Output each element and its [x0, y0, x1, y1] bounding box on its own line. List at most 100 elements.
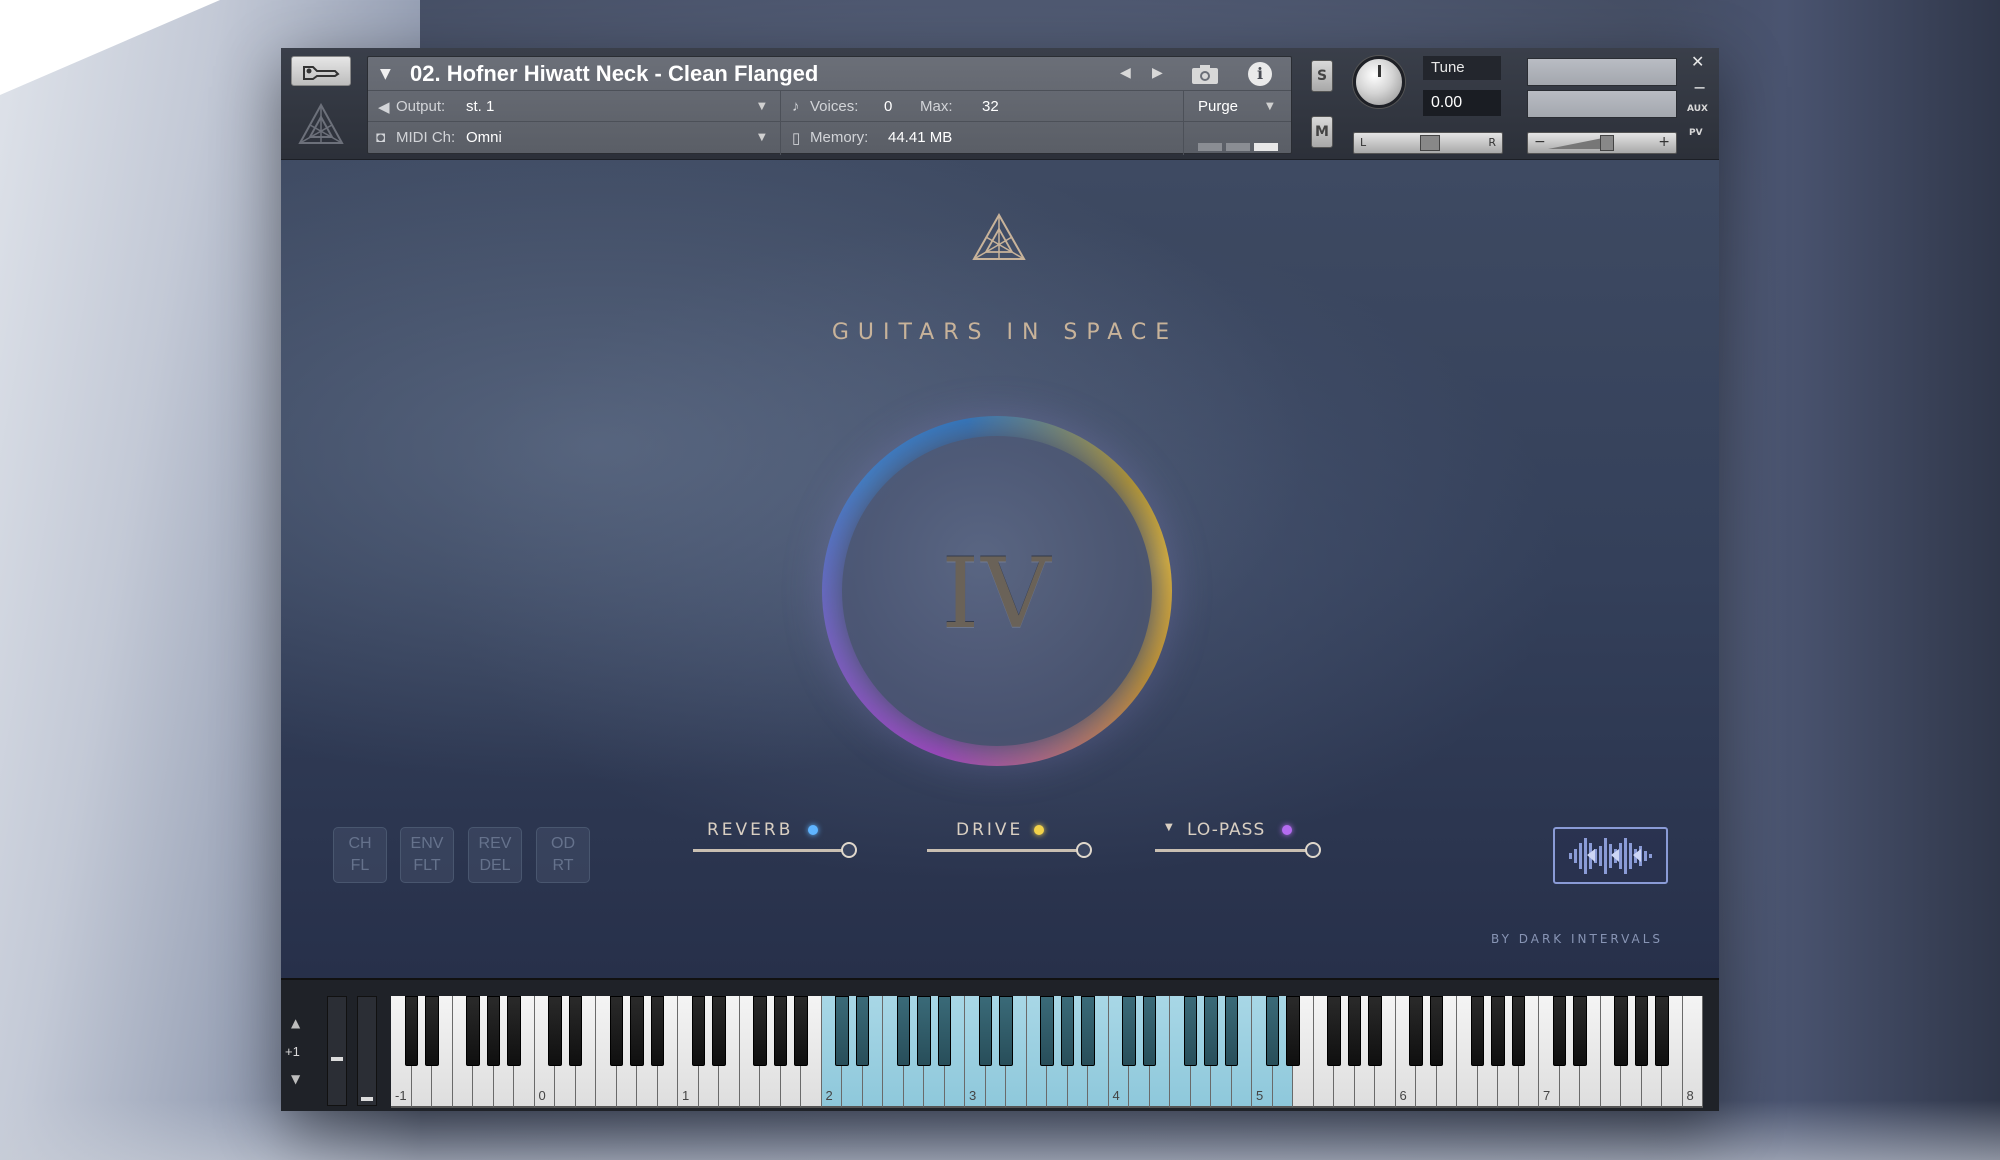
black-key[interactable] [691, 996, 706, 1066]
output-dropdown-icon[interactable]: ▼ [758, 101, 766, 112]
black-key[interactable] [404, 996, 419, 1066]
black-key[interactable] [568, 996, 583, 1066]
black-key[interactable] [1122, 996, 1136, 1066]
pan-slider[interactable]: L R [1353, 132, 1503, 154]
volume-ramp [1548, 137, 1608, 149]
camera-icon[interactable] [1190, 63, 1220, 85]
lo-pass-slider-track[interactable] [1155, 849, 1311, 852]
mute-button[interactable]: M [1311, 116, 1333, 148]
black-key[interactable] [1347, 996, 1362, 1066]
fx-button-overdrive-rotary[interactable]: OD RT [536, 827, 590, 883]
output-value[interactable]: st. 1 [466, 98, 494, 115]
black-key[interactable] [1081, 996, 1095, 1066]
reverb-slider-track[interactable] [693, 849, 847, 852]
voices-label: Voices: [810, 98, 859, 115]
volume-slider[interactable]: − + [1527, 132, 1677, 154]
black-key[interactable] [1634, 996, 1649, 1066]
black-key[interactable] [794, 996, 808, 1066]
previous-instrument-icon[interactable]: ◀ [1120, 65, 1131, 81]
black-key[interactable] [1429, 996, 1444, 1066]
lo-pass-label[interactable]: LO-PASS [1187, 820, 1265, 840]
minimize-icon[interactable]: − [1693, 78, 1706, 97]
piano-keyboard[interactable]: -1 0 1 2 3 4 5 6 7 8 [391, 996, 1703, 1108]
aux-button[interactable]: AUX [1687, 104, 1708, 114]
black-key[interactable] [609, 996, 624, 1066]
level-meter-left [1527, 58, 1677, 86]
pan-slider-thumb[interactable] [1420, 135, 1440, 151]
octave-label: 2 [825, 1088, 833, 1103]
black-key[interactable] [630, 996, 644, 1066]
black-key[interactable] [773, 996, 788, 1066]
black-key[interactable] [855, 996, 870, 1066]
black-key[interactable] [466, 996, 480, 1066]
black-key[interactable] [917, 996, 931, 1066]
octave-down-icon[interactable]: ▼ [291, 1072, 300, 1086]
next-instrument-icon[interactable]: ▶ [1152, 65, 1163, 81]
midi-channel-value[interactable]: Omni [466, 129, 502, 146]
info-icon[interactable]: i [1248, 62, 1272, 86]
black-key[interactable] [1040, 996, 1054, 1066]
drive-slider-thumb[interactable] [1076, 842, 1092, 858]
mod-wheel[interactable] [357, 996, 377, 1106]
black-key[interactable] [650, 996, 665, 1066]
fx-button-label: REV [478, 835, 512, 852]
solo-button[interactable]: S [1311, 60, 1333, 92]
black-key[interactable] [937, 996, 952, 1066]
memory-label: Memory: [810, 129, 869, 146]
black-key[interactable] [835, 996, 849, 1066]
orb-preset-display[interactable]: IV [822, 416, 1172, 766]
drive-slider-track[interactable] [927, 849, 1082, 852]
tune-knob[interactable] [1353, 56, 1405, 108]
purge-dropdown-icon[interactable]: ▼ [1266, 101, 1274, 112]
black-key[interactable] [1060, 996, 1075, 1066]
lo-pass-mode-dropdown-icon[interactable]: ▼ [1165, 822, 1173, 833]
wrench-button[interactable] [291, 56, 351, 86]
black-key[interactable] [1286, 996, 1300, 1066]
black-key[interactable] [1265, 996, 1280, 1066]
black-key[interactable] [999, 996, 1013, 1066]
black-key[interactable] [978, 996, 993, 1066]
black-key[interactable] [1368, 996, 1382, 1066]
fx-button-label: FL [350, 857, 370, 874]
fx-button-chorus-flanger[interactable]: CH FL [333, 827, 387, 883]
black-key[interactable] [425, 996, 439, 1066]
black-key[interactable] [1511, 996, 1526, 1066]
instrument-menu-caret-icon[interactable]: ▼ [380, 66, 391, 82]
black-key[interactable] [1614, 996, 1628, 1066]
black-key[interactable] [753, 996, 767, 1066]
close-icon[interactable]: ✕ [1691, 52, 1704, 71]
pv-button[interactable]: PV [1689, 128, 1703, 138]
volume-slider-thumb[interactable] [1600, 135, 1614, 151]
black-key[interactable] [507, 996, 521, 1066]
black-key[interactable] [1573, 996, 1587, 1066]
black-key[interactable] [1327, 996, 1341, 1066]
black-key[interactable] [1491, 996, 1505, 1066]
black-key[interactable] [896, 996, 911, 1066]
black-key[interactable] [1655, 996, 1669, 1066]
black-key[interactable] [486, 996, 501, 1066]
octave-up-icon[interactable]: ▲ [291, 1016, 300, 1030]
black-key[interactable] [1142, 996, 1157, 1066]
fx-button-envelope-filter[interactable]: ENV FLT [400, 827, 454, 883]
black-key[interactable] [1409, 996, 1423, 1066]
black-key[interactable] [548, 996, 562, 1066]
black-key[interactable] [1204, 996, 1218, 1066]
black-key[interactable] [1470, 996, 1485, 1066]
black-key[interactable] [1224, 996, 1239, 1066]
lo-pass-slider-thumb[interactable] [1305, 842, 1321, 858]
waveform-icon [1569, 838, 1652, 874]
max-voices-value[interactable]: 32 [982, 98, 999, 115]
tune-value[interactable]: 0.00 [1423, 90, 1501, 116]
black-key[interactable] [1183, 996, 1198, 1066]
waveform-button[interactable] [1553, 827, 1668, 884]
octave-label: 1 [682, 1088, 690, 1103]
instrument-name[interactable]: 02. Hofner Hiwatt Neck - Clean Flanged [410, 61, 818, 87]
black-key[interactable] [1552, 996, 1567, 1066]
pitch-wheel[interactable] [327, 996, 347, 1106]
black-key[interactable] [712, 996, 726, 1066]
fx-button-reverb-delay[interactable]: REV DEL [468, 827, 522, 883]
reverb-slider-thumb[interactable] [841, 842, 857, 858]
purge-label[interactable]: Purge [1198, 98, 1238, 115]
midi-dropdown-icon[interactable]: ▼ [758, 132, 766, 143]
volume-plus-label: + [1658, 134, 1670, 150]
